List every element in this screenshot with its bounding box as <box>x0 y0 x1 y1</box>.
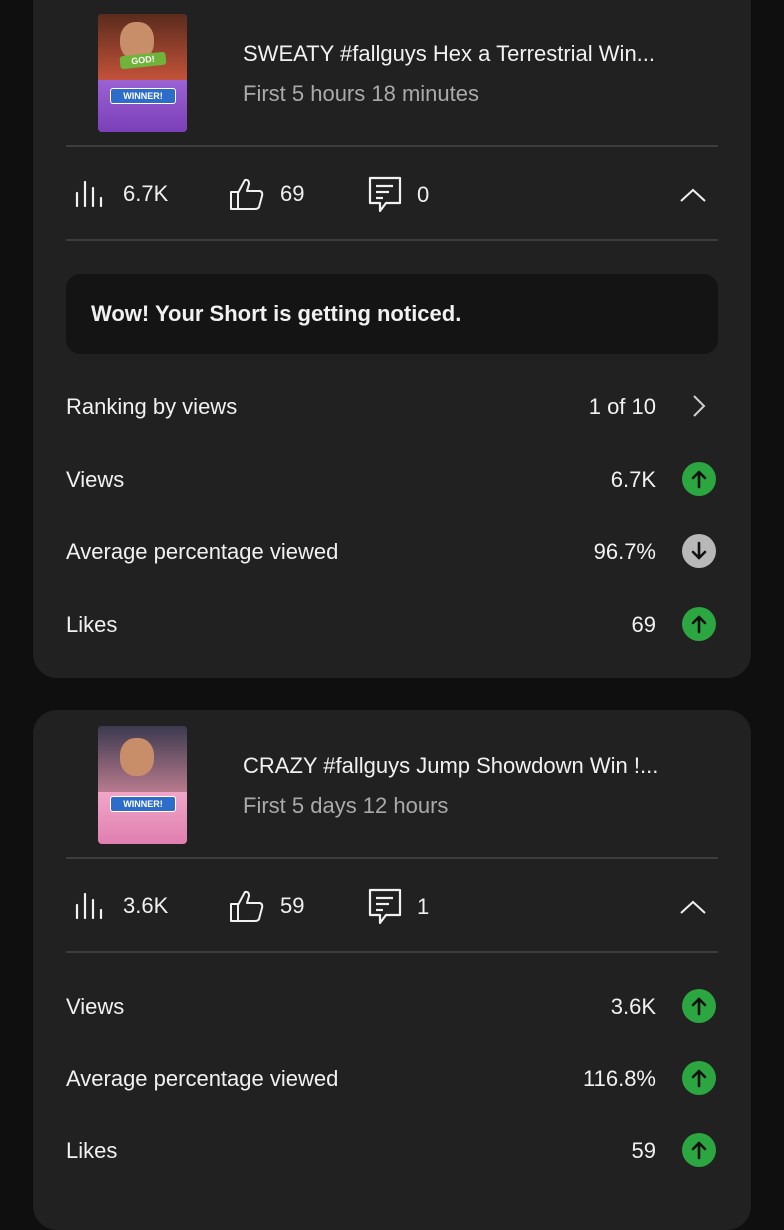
trend-up-icon <box>682 989 716 1023</box>
views-count: 3.6K <box>123 893 169 918</box>
metric-value: 69 <box>631 612 656 637</box>
metric-label: Likes <box>66 612 118 637</box>
ranking-label: Ranking by views <box>66 394 238 419</box>
thumbnail-winner-badge: WINNER! <box>110 88 176 104</box>
video-period: First 5 days 12 hours <box>243 793 449 818</box>
trend-up-icon <box>682 462 716 496</box>
trend-down-icon <box>682 534 716 568</box>
trend-up-icon <box>682 607 716 641</box>
likes-count: 59 <box>280 893 305 918</box>
thumbnail-winner-badge: WINNER! <box>110 796 176 812</box>
metric-row-average-percentage: Average percentage viewed 96.7% <box>66 531 716 571</box>
metric-value: 6.7K <box>610 467 656 492</box>
ranking-value: 1 of 10 <box>588 394 656 419</box>
metric-row-likes: Likes 69 <box>66 604 716 644</box>
bar-chart-icon <box>75 892 103 920</box>
metric-value: 59 <box>631 1138 656 1163</box>
video-title[interactable]: CRAZY #fallguys Jump Showdown Win !... <box>243 753 733 779</box>
video-thumbnail[interactable]: GOD! WINNER! <box>98 14 187 132</box>
metric-label: Views <box>66 467 125 492</box>
thumbs-up-icon <box>230 178 264 210</box>
trend-up-icon <box>682 1133 716 1167</box>
bar-chart-icon <box>75 180 103 208</box>
video-title[interactable]: SWEATY #fallguys Hex a Terrestrial Win..… <box>243 41 733 67</box>
comments-count: 0 <box>417 182 430 207</box>
metric-label: Views <box>66 994 125 1019</box>
comment-icon <box>368 176 402 213</box>
short-analytics-card: GOD! WINNER! SWEATY #fallguys Hex a Terr… <box>33 0 751 678</box>
comment-icon <box>368 888 402 925</box>
metric-value: 116.8% <box>583 1066 656 1091</box>
metric-row-likes: Likes 59 <box>66 1130 716 1170</box>
likes-count: 69 <box>280 181 305 206</box>
video-period: First 5 hours 18 minutes <box>243 81 479 106</box>
collapse-chevron-icon[interactable] <box>678 898 708 916</box>
metric-value: 3.6K <box>610 994 656 1019</box>
views-stat: 6.7K <box>73 178 168 210</box>
comments-stat: 1 <box>367 887 429 927</box>
thumbs-up-icon <box>230 890 264 922</box>
video-thumbnail[interactable]: WINNER! <box>98 726 187 844</box>
divider <box>66 145 718 147</box>
comments-stat: 0 <box>367 175 429 215</box>
trend-up-icon <box>682 1061 716 1095</box>
divider <box>66 857 718 859</box>
comments-count: 1 <box>417 894 430 919</box>
likes-stat: 59 <box>228 887 304 925</box>
metric-label: Average percentage viewed <box>66 1066 339 1091</box>
collapse-chevron-icon[interactable] <box>678 186 708 204</box>
metric-row-views: Views 3.6K <box>66 986 716 1026</box>
views-stat: 3.6K <box>73 890 168 922</box>
chevron-right-icon <box>682 389 716 423</box>
divider <box>66 951 718 953</box>
metric-row-average-percentage: Average percentage viewed 116.8% <box>66 1058 716 1098</box>
divider <box>66 239 718 241</box>
views-count: 6.7K <box>123 181 169 206</box>
likes-stat: 69 <box>228 175 304 213</box>
ranking-row[interactable]: Ranking by views 1 of 10 <box>66 386 716 426</box>
metric-label: Likes <box>66 1138 118 1163</box>
short-analytics-card: WINNER! CRAZY #fallguys Jump Showdown Wi… <box>33 710 751 1230</box>
metric-row-views: Views 6.7K <box>66 459 716 499</box>
metric-value: 96.7% <box>593 539 656 564</box>
performance-banner: Wow! Your Short is getting noticed. <box>66 274 718 354</box>
metric-label: Average percentage viewed <box>66 539 339 564</box>
